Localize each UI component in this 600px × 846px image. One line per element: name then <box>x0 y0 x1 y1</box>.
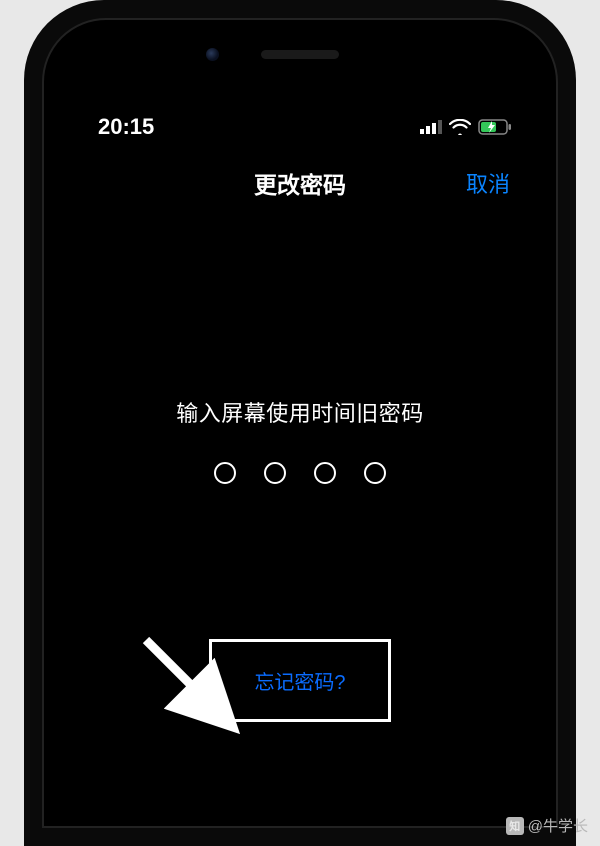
passcode-dots <box>66 462 534 484</box>
battery-charging-icon <box>478 119 512 135</box>
front-camera <box>206 48 219 61</box>
forgot-row: 忘记密码? <box>66 639 534 722</box>
status-bar: 20:15 <box>66 100 534 150</box>
speaker-slot <box>261 50 339 59</box>
phone-frame: 20:15 <box>24 0 576 846</box>
earpiece <box>261 50 339 59</box>
forgot-password-link[interactable]: 忘记密码? <box>254 672 345 694</box>
screen: 20:15 <box>66 100 534 826</box>
forgot-highlight-box: 忘记密码? <box>209 639 390 722</box>
passcode-dot-1 <box>214 462 236 484</box>
wifi-icon <box>449 119 471 135</box>
passcode-dot-4 <box>364 462 386 484</box>
prompt-text: 输入屏幕使用时间旧密码 <box>66 396 534 428</box>
zhihu-icon: 知 <box>506 817 524 835</box>
watermark-text: @牛学长 <box>528 815 588 836</box>
passcode-dot-2 <box>264 462 286 484</box>
status-time: 20:15 <box>98 114 154 140</box>
nav-title: 更改密码 <box>254 166 346 200</box>
passcode-dot-3 <box>314 462 336 484</box>
watermark: 知 @牛学长 <box>506 815 588 836</box>
cellular-signal-icon <box>420 120 442 134</box>
status-icons <box>420 119 512 135</box>
nav-bar: 更改密码 取消 <box>66 150 534 216</box>
content-area: 输入屏幕使用时间旧密码 忘记密码? <box>66 216 534 722</box>
cancel-button[interactable]: 取消 <box>466 167 510 199</box>
phone-bezel: 20:15 <box>42 18 558 828</box>
